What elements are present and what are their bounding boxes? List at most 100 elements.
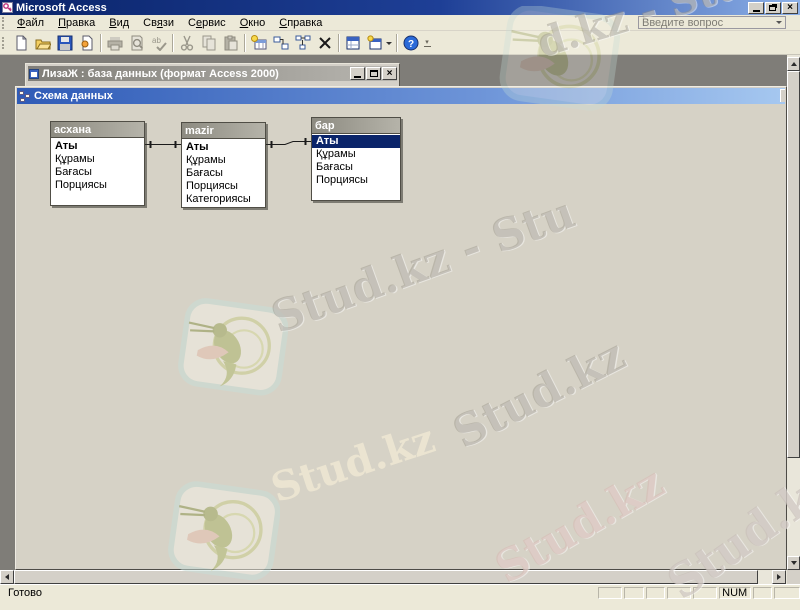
horizontal-scrollbar[interactable] xyxy=(0,570,787,584)
scroll-up-button[interactable] xyxy=(787,57,800,71)
field-row[interactable]: Бағасы xyxy=(182,167,265,180)
status-panel xyxy=(623,586,644,599)
ask-question-input[interactable]: Введите вопрос xyxy=(638,16,786,29)
copy-button xyxy=(198,33,220,53)
menu-window[interactable]: Окно xyxy=(233,16,273,30)
database-window-button[interactable] xyxy=(342,33,364,53)
restore-button[interactable] xyxy=(765,1,781,14)
field-row[interactable]: Бағасы xyxy=(312,161,400,174)
screen: { "window": { "title": "Microsoft Access… xyxy=(0,0,800,610)
direct-relationships-button[interactable] xyxy=(270,33,292,53)
ask-question-placeholder: Введите вопрос xyxy=(642,16,724,29)
table-bar-header[interactable]: бар xyxy=(312,118,400,134)
status-num-lock: NUM xyxy=(718,586,751,599)
all-relationships-button[interactable] xyxy=(292,33,314,53)
minimize-button[interactable] xyxy=(748,1,764,14)
delete-button[interactable] xyxy=(314,33,336,53)
new-object-button[interactable] xyxy=(364,33,394,53)
status-panel xyxy=(645,586,666,599)
delete-x-icon xyxy=(319,36,331,49)
svg-text:ab: ab xyxy=(152,36,161,45)
db-close-button[interactable]: × xyxy=(382,67,397,80)
field-row[interactable]: Категориясы xyxy=(182,193,265,206)
field-row[interactable]: Аты xyxy=(182,141,265,154)
table-ashana-header[interactable]: асхана xyxy=(51,122,144,138)
copy-icon xyxy=(202,35,216,50)
menu-relationships[interactable]: Связи xyxy=(136,16,181,30)
menu-tools[interactable]: Сервис xyxy=(181,16,233,30)
field-row[interactable]: Порциясы xyxy=(312,174,400,187)
field-row[interactable]: Құрамы xyxy=(182,154,265,167)
print-preview-icon xyxy=(131,35,144,50)
maximize-icon xyxy=(369,70,378,77)
relationships-window-title: Схема данных xyxy=(34,90,113,102)
scroll-left-button[interactable] xyxy=(0,570,14,584)
clipped-window-button xyxy=(780,89,785,102)
save-button[interactable] xyxy=(54,33,76,53)
field-row[interactable]: Құрамы xyxy=(51,153,144,166)
menu-help[interactable]: Справка xyxy=(272,16,329,30)
toolbar-separator xyxy=(172,33,174,52)
menu-edit[interactable]: Правка xyxy=(51,16,102,30)
restore-icon xyxy=(769,4,776,11)
menu-drag-handle[interactable] xyxy=(2,16,7,29)
show-table-button[interactable] xyxy=(248,33,270,53)
help-button[interactable]: ? xyxy=(400,33,422,53)
toolbar-options-button[interactable]: ▾ xyxy=(422,34,432,52)
toolbar-separator xyxy=(244,33,246,52)
toolbar-separator xyxy=(396,33,398,52)
field-row[interactable]: Порциясы xyxy=(182,180,265,193)
relationships-title-bar[interactable]: Схема данных xyxy=(17,88,785,104)
file-search-button[interactable] xyxy=(76,33,98,53)
status-panel xyxy=(752,586,773,599)
scroll-down-button[interactable] xyxy=(787,556,800,570)
print-preview-button xyxy=(126,33,148,53)
arrow-right-icon xyxy=(777,574,784,580)
table-bar[interactable]: бар Аты Құрамы Бағасы Порциясы xyxy=(311,117,401,201)
toolbar-drag-handle[interactable] xyxy=(2,36,7,49)
cut-button xyxy=(176,33,198,53)
relationships-canvas[interactable]: асхана Аты Құрамы Бағасы Порциясы mazir … xyxy=(17,104,785,568)
vertical-scrollbar[interactable] xyxy=(787,55,800,570)
vertical-scroll-thumb[interactable] xyxy=(787,71,800,458)
cut-icon xyxy=(180,35,194,51)
toolbar: ab ? ▾ xyxy=(0,31,800,55)
field-row[interactable]: Бағасы xyxy=(51,166,144,179)
all-relationships-icon xyxy=(295,35,311,49)
file-search-icon xyxy=(81,35,93,50)
status-message: Готово xyxy=(8,586,42,599)
menu-view[interactable]: Вид xyxy=(102,16,136,30)
menu-file[interactable]: Файл xyxy=(10,16,51,30)
table-ashana[interactable]: асхана Аты Құрамы Бағасы Порциясы xyxy=(50,121,145,206)
database-window-title-bar[interactable]: ЛизаЖ : база данных (формат Access 2000)… xyxy=(28,66,397,81)
toolbar-separator xyxy=(100,33,102,52)
field-row[interactable]: Порциясы xyxy=(51,179,144,192)
menu-bar: Файл Правка Вид Связи Сервис Окно Справк… xyxy=(0,15,800,31)
minimize-icon xyxy=(752,9,760,12)
relationships-window: Схема данных асхана Аты Құрамы Бағасы По… xyxy=(15,86,787,570)
scroll-right-button[interactable] xyxy=(772,570,786,584)
db-minimize-button[interactable] xyxy=(350,67,365,80)
help-icon: ? xyxy=(403,35,419,50)
close-icon: × xyxy=(787,1,793,13)
status-panel xyxy=(667,586,692,599)
field-row[interactable]: Аты xyxy=(51,140,144,153)
arrow-left-icon xyxy=(2,574,9,580)
field-row-selected[interactable]: Аты xyxy=(312,135,400,148)
field-row[interactable]: Құрамы xyxy=(312,148,400,161)
new-button[interactable] xyxy=(10,33,32,53)
close-button[interactable]: × xyxy=(782,1,798,14)
toolbar-separator xyxy=(338,33,340,52)
access-app-icon xyxy=(2,2,13,13)
database-file-icon xyxy=(29,68,39,79)
close-icon: × xyxy=(386,67,393,79)
db-maximize-button[interactable] xyxy=(366,67,381,80)
relationships-icon xyxy=(19,90,30,102)
horizontal-scroll-thumb[interactable] xyxy=(14,570,758,584)
print-button xyxy=(104,33,126,53)
table-mazir-header[interactable]: mazir xyxy=(182,123,265,139)
minimize-icon xyxy=(354,75,361,78)
open-button[interactable] xyxy=(32,33,54,53)
show-table-icon xyxy=(251,34,267,49)
table-mazir[interactable]: mazir Аты Құрамы Бағасы Порциясы Категор… xyxy=(181,122,266,208)
